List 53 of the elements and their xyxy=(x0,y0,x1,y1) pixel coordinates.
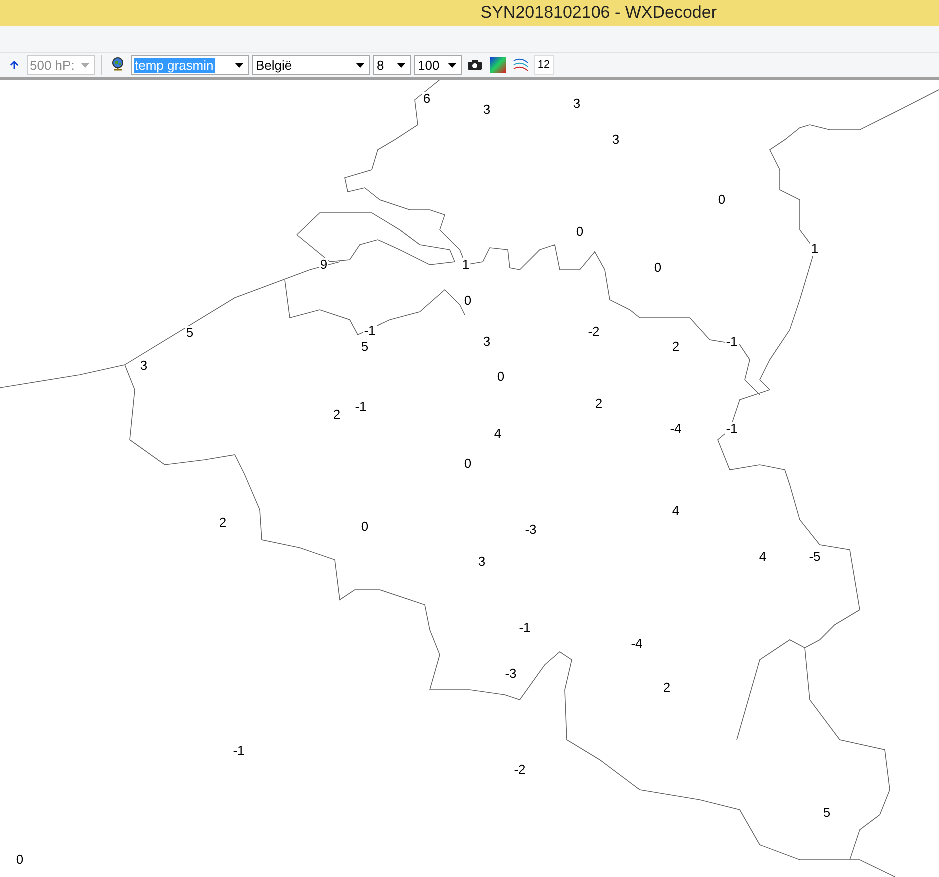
station-value: 0 xyxy=(575,225,585,239)
station-value: -4 xyxy=(630,637,644,651)
caret-icon xyxy=(448,62,456,68)
station-value: -1 xyxy=(725,335,739,349)
station-value: 0 xyxy=(717,193,727,207)
station-value: 0 xyxy=(653,261,663,275)
station-value: -1 xyxy=(232,744,246,758)
station-value: -1 xyxy=(363,324,377,338)
dropdown[interactable]: 8 xyxy=(373,55,411,75)
station-value: 6 xyxy=(422,92,432,106)
station-value: -3 xyxy=(504,667,518,681)
station-value: 9 xyxy=(319,258,329,272)
dropdown[interactable]: België xyxy=(252,55,370,75)
station-value: 3 xyxy=(482,335,492,349)
station-value: -1 xyxy=(518,621,532,635)
color-map-icon[interactable] xyxy=(488,55,508,75)
dropdown[interactable]: 100 xyxy=(414,55,462,75)
station-value: 3 xyxy=(139,359,149,373)
caret-icon xyxy=(396,62,406,68)
station-value: 4 xyxy=(493,427,503,441)
caret-icon xyxy=(234,62,244,68)
station-value: 2 xyxy=(662,681,672,695)
station-value: 0 xyxy=(15,853,25,867)
station-value: 2 xyxy=(671,340,681,354)
station-value: 3 xyxy=(482,103,492,117)
station-value: 1 xyxy=(461,258,471,272)
size-field[interactable]: 12 xyxy=(534,55,554,75)
station-value: 2 xyxy=(218,516,228,530)
station-value: 0 xyxy=(463,294,473,308)
station-value: 4 xyxy=(758,550,768,564)
station-value: -2 xyxy=(587,325,601,339)
station-value: 5 xyxy=(822,806,832,820)
station-value: 0 xyxy=(463,457,473,471)
caret-icon xyxy=(356,62,364,68)
station-value: -2 xyxy=(513,763,527,777)
window-title: SYN2018102106 - WXDecoder xyxy=(480,3,717,23)
station-value: 0 xyxy=(360,520,370,534)
station-value: 3 xyxy=(477,555,487,569)
station-value: 1 xyxy=(810,242,820,256)
station-value: 0 xyxy=(496,370,506,384)
station-value: -1 xyxy=(725,422,739,436)
station-value: -5 xyxy=(808,550,822,564)
station-value: -1 xyxy=(354,400,368,414)
station-value: 2 xyxy=(594,397,604,411)
station-value: -3 xyxy=(524,523,538,537)
caret-icon xyxy=(80,62,90,68)
station-value: 4 xyxy=(671,504,681,518)
station-value: -4 xyxy=(669,422,683,436)
station-value: 5 xyxy=(360,340,370,354)
station-value: 5 xyxy=(185,326,195,340)
station-value: 3 xyxy=(572,97,582,111)
station-value: 3 xyxy=(611,133,621,147)
station-value: 2 xyxy=(332,408,342,422)
